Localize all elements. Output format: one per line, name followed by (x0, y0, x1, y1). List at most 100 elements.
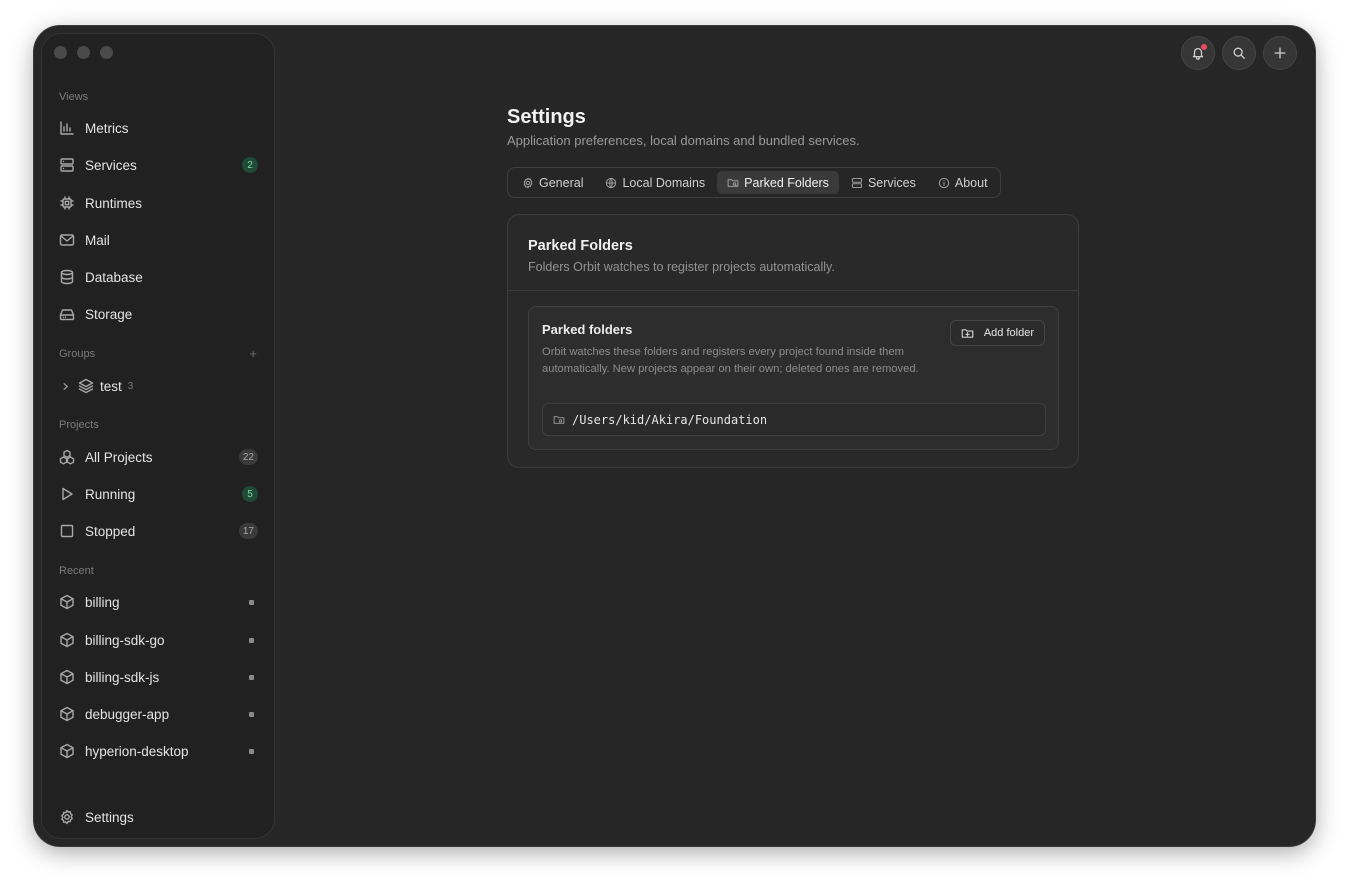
tab-services[interactable]: Services (841, 171, 926, 194)
section-title: Parked folders (542, 322, 633, 337)
tab-label: Local Domains (622, 175, 706, 190)
sidebar-item-label: Services (85, 157, 137, 173)
tab-parked-folders[interactable]: Parked Folders (717, 171, 839, 194)
cpu-icon (59, 195, 75, 211)
page-subtitle: Application preferences, local domains a… (507, 133, 860, 148)
sidebar-item-label: Running (85, 486, 136, 502)
parked-folders-card: Parked Folders Folders Orbit watches to … (507, 214, 1079, 468)
notifications-button[interactable] (1181, 36, 1215, 70)
stopped-count-badge: 17 (238, 523, 258, 539)
section-title-views: Views (59, 91, 89, 103)
sidebar-item-settings[interactable]: Settings (50, 801, 268, 833)
app-window: Views Metrics Services 2 Runtimes Mail D… (34, 26, 1315, 846)
folder-path-row[interactable]: /Users/kid/Akira/Foundation (542, 403, 1046, 436)
globe-icon (605, 177, 622, 189)
tab-label: Services (867, 175, 916, 190)
add-folder-button[interactable]: Add folder (949, 320, 1045, 346)
card-header: Parked Folders Folders Orbit watches to … (508, 215, 1078, 291)
notification-indicator (1200, 43, 1208, 51)
sidebar-item-database[interactable]: Database (50, 261, 268, 293)
sidebar-item-all-projects[interactable]: All Projects 22 (50, 441, 268, 473)
sidebar-item-runtimes[interactable]: Runtimes (50, 187, 268, 219)
sidebar-item-label: Database (85, 269, 143, 285)
recent-item-label: debugger-app (85, 706, 170, 722)
chevron-right-icon[interactable] (61, 382, 70, 391)
running-count-badge: 5 (242, 486, 258, 502)
add-button[interactable] (1263, 36, 1297, 70)
window-controls (54, 46, 113, 59)
gear-icon (59, 809, 75, 825)
sidebar-item-label: Stopped (85, 523, 136, 539)
folder-search-icon (553, 414, 572, 426)
folder-search-icon (727, 177, 744, 189)
section-title-recent: Recent (59, 565, 94, 577)
server-icon (851, 177, 868, 189)
status-dot (249, 712, 254, 717)
sidebar: Views Metrics Services 2 Runtimes Mail D… (41, 33, 275, 839)
tab-about[interactable]: About (928, 171, 998, 194)
group-label: test (100, 378, 122, 394)
maximize-window-button[interactable] (100, 46, 113, 59)
settings-tabs: General Local Domains Parked Folders Ser… (507, 167, 1001, 198)
add-folder-label: Add folder (983, 327, 1034, 339)
recent-item[interactable]: billing (50, 586, 268, 618)
recent-item[interactable]: billing-sdk-js (50, 661, 268, 693)
folder-plus-icon (961, 327, 984, 340)
tab-general[interactable]: General (512, 171, 593, 194)
parked-folders-section: Parked folders Orbit watches these folde… (528, 306, 1059, 450)
sidebar-item-label: Metrics (85, 120, 129, 136)
search-button[interactable] (1222, 36, 1256, 70)
package-icon (59, 669, 75, 685)
sidebar-item-running[interactable]: Running 5 (50, 478, 268, 510)
recent-item[interactable]: billing-sdk-go (50, 624, 268, 656)
sidebar-item-metrics[interactable]: Metrics (50, 112, 268, 144)
square-icon (59, 523, 75, 539)
sidebar-item-stopped[interactable]: Stopped 17 (50, 515, 268, 547)
sidebar-item-label: Storage (85, 306, 133, 322)
group-item-test[interactable]: test 3 (50, 370, 268, 402)
services-count-badge: 2 (242, 157, 258, 173)
sidebar-item-label: Runtimes (85, 195, 143, 211)
section-title-projects: Projects (59, 419, 99, 431)
section-description: Orbit watches these folders and register… (542, 346, 919, 375)
sidebar-item-mail[interactable]: Mail (50, 224, 268, 256)
sidebar-item-label: Settings (85, 809, 134, 825)
package-icon (59, 706, 75, 722)
sidebar-item-services[interactable]: Services 2 (50, 149, 268, 181)
folder-path: /Users/kid/Akira/Foundation (572, 412, 768, 427)
recent-item-label: hyperion-desktop (85, 743, 189, 759)
status-dot (249, 600, 254, 605)
sidebar-item-label: All Projects (85, 449, 153, 465)
add-group-button[interactable]: + (249, 346, 257, 361)
recent-item-label: billing (85, 594, 120, 610)
close-window-button[interactable] (54, 46, 67, 59)
mail-icon (59, 232, 75, 248)
recent-item-label: billing-sdk-go (85, 632, 165, 648)
sidebar-item-label: Mail (85, 232, 110, 248)
package-icon (59, 632, 75, 648)
hard-drive-icon (59, 306, 75, 322)
section-title-groups: Groups (59, 348, 96, 360)
recent-item-label: billing-sdk-js (85, 669, 160, 685)
status-dot (249, 675, 254, 680)
tab-label: About (954, 175, 988, 190)
tab-label: Parked Folders (744, 175, 829, 190)
layers-icon (78, 378, 94, 394)
sidebar-item-storage[interactable]: Storage (50, 298, 268, 330)
database-icon (59, 269, 75, 285)
group-count: 3 (127, 380, 134, 392)
minimize-window-button[interactable] (77, 46, 90, 59)
info-icon (938, 177, 955, 189)
card-title: Parked Folders (528, 238, 633, 254)
play-icon (59, 486, 75, 502)
recent-item[interactable]: debugger-app (50, 698, 268, 730)
status-dot (249, 749, 254, 754)
gear-icon (522, 177, 539, 189)
server-icon (59, 157, 75, 173)
recent-item[interactable]: hyperion-desktop (50, 735, 268, 767)
package-icon (59, 594, 75, 610)
bar-chart-icon (59, 120, 75, 136)
card-subtitle: Folders Orbit watches to register projec… (528, 260, 835, 274)
tab-local-domains[interactable]: Local Domains (595, 171, 715, 194)
tab-label: General (539, 175, 584, 190)
